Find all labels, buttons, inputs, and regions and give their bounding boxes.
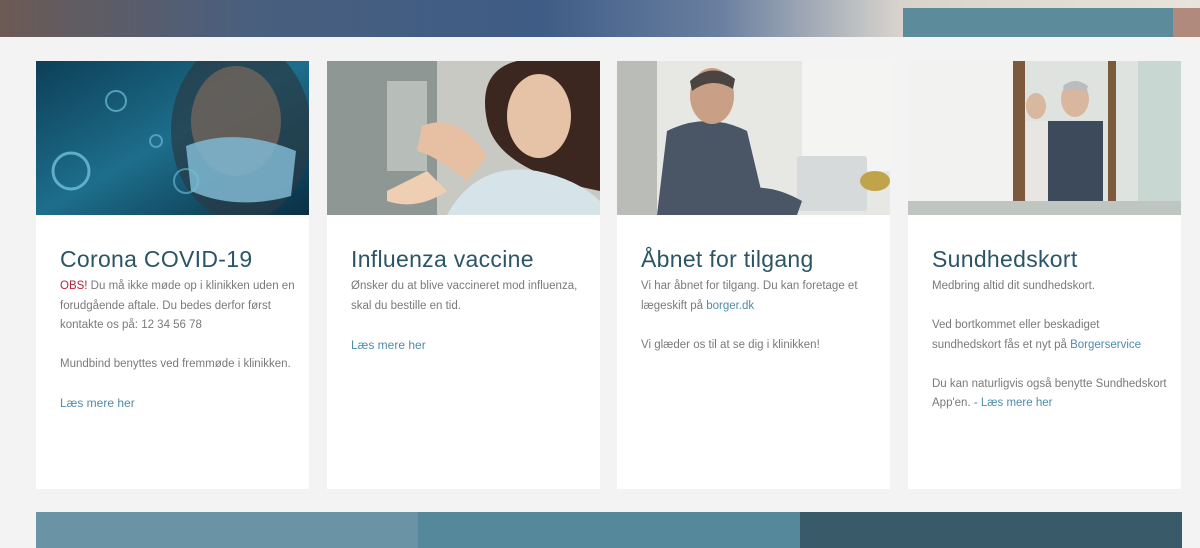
card-influenza: Influenza vaccine Ønsker du at blive vac…: [327, 61, 600, 489]
card-text: OBS! Du må ikke møde op i klinikken uden…: [60, 280, 295, 331]
card-title: Corona COVID-19: [60, 246, 253, 272]
borger-dk-link[interactable]: borger.dk: [706, 300, 754, 312]
footer-band-2: [418, 512, 800, 548]
card-text-3: Du kan naturligvis også benytte Sundheds…: [932, 377, 1167, 410]
card-text: Vi har åbnet for tilgang. Du kan foretag…: [641, 280, 858, 312]
read-more-link[interactable]: Læs mere her: [351, 338, 426, 352]
card-image-corona: [36, 61, 309, 215]
card-image-influenza: [327, 61, 600, 215]
card-image-health-card: [908, 61, 1181, 215]
card-text-2: Mundbind benyttes ved fremmøde i klinikk…: [60, 358, 291, 370]
card-title: Åbnet for tilgang: [641, 246, 814, 272]
read-more-link[interactable]: Læs mere her: [981, 397, 1053, 409]
card-open-for-patients: Åbnet for tilgang Vi har åbnet for tilga…: [617, 61, 890, 489]
obs-label: OBS!: [60, 280, 88, 292]
card-text-2: Ved bortkommet eller beskadiget sundheds…: [932, 319, 1142, 351]
footer-band-1: [36, 512, 418, 548]
borgerservice-link[interactable]: Borgerservice: [1070, 339, 1141, 351]
hero-accent-block: [903, 8, 1173, 37]
card-corona: Corona COVID-19 OBS! Du må ikke møde op …: [36, 61, 309, 489]
card-text: Medbring altid dit sundhedskort.: [932, 280, 1096, 292]
card-text-2: Vi glæder os til at se dig i klinikken!: [641, 338, 820, 351]
read-more-link[interactable]: Læs mere her: [60, 396, 135, 410]
hero-edge-block: [1173, 8, 1200, 37]
card-text: Ønsker du at blive vaccineret mod influe…: [351, 280, 578, 312]
card-image-open: [617, 61, 890, 215]
card-title: Influenza vaccine: [351, 246, 534, 272]
card-title: Sundhedskort: [932, 246, 1078, 272]
card-health-card: Sundhedskort Medbring altid dit sundheds…: [908, 61, 1181, 489]
footer-band-3: [800, 512, 1182, 548]
